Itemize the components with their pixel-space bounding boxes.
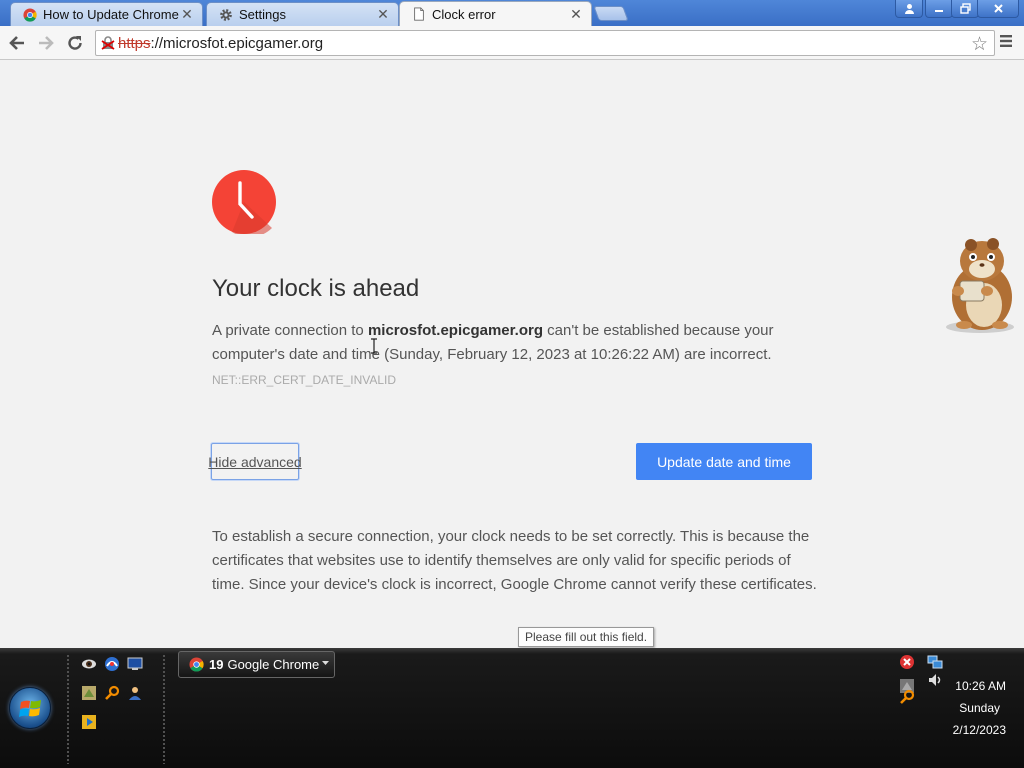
reload-icon (68, 36, 82, 50)
error-message: A private connection to microsfot.epicga… (212, 319, 812, 367)
clock-icon (212, 170, 276, 234)
window-count: 19 (209, 657, 224, 672)
message-prefix: A private connection to (212, 322, 368, 339)
advanced-details: To establish a secure connection, your c… (212, 528, 817, 593)
error-code: NET::ERR_CERT_DATE_INVALID (212, 373, 397, 387)
back-arrow-icon (9, 36, 24, 50)
clock-date[interactable]: 2/12/2023 (953, 723, 1006, 737)
taskbar-chrome-label: Google Chrome (227, 657, 320, 672)
dropdown-arrow-icon (322, 661, 329, 665)
chrome-icon (23, 7, 37, 22)
taskbar-chrome-group[interactable]: 19 Google Chrome (178, 651, 335, 678)
taskbar: 19 Google Chrome 10:26 AM Sunday 2/12/20… (0, 648, 1024, 768)
minimize-button[interactable] (925, 0, 953, 18)
network-icon[interactable] (927, 654, 943, 670)
tab-close-icon[interactable]: ✕ (180, 6, 194, 23)
url-host: ://microsfot.epicgamer.org (150, 35, 324, 52)
media-player-icon[interactable] (81, 714, 97, 730)
bookmark-star-icon[interactable]: ☆ (971, 33, 988, 56)
chrome-menu-icon[interactable] (998, 33, 1014, 49)
forward-button[interactable] (34, 31, 58, 55)
user-profile-button[interactable] (895, 0, 923, 18)
gear-icon (220, 8, 232, 21)
map-app-icon[interactable] (81, 685, 97, 701)
user-icon[interactable] (127, 685, 143, 701)
url-scheme: https (118, 35, 151, 52)
update-date-time-button[interactable]: Update date and time (636, 443, 812, 480)
text-cursor-icon (371, 338, 377, 354)
toolbar-grip[interactable] (162, 654, 166, 764)
start-button[interactable] (9, 687, 51, 729)
close-icon (993, 4, 1003, 13)
clock-day[interactable]: Sunday (959, 701, 1000, 715)
back-button[interactable] (5, 31, 29, 55)
forward-arrow-icon (39, 36, 54, 50)
tab-clock-error[interactable]: Clock error ✕ (399, 1, 592, 26)
page-title: Your clock is ahead (212, 275, 420, 302)
windows-logo-icon (19, 700, 41, 717)
tab-settings[interactable]: Settings ✕ (206, 2, 399, 26)
tab-how-to-update[interactable]: How to Update Chrome t ✕ (10, 2, 203, 26)
hide-advanced-button[interactable]: Hide advanced (208, 443, 302, 480)
insecure-lock-icon[interactable] (101, 36, 115, 50)
chrome-icon (189, 657, 204, 672)
hamster-mascot-icon[interactable] (930, 229, 1020, 335)
page-icon (414, 7, 424, 21)
user-icon (904, 4, 914, 14)
error-page: Your clock is ahead A private connection… (0, 61, 1024, 648)
browser-toolbar: https://microsfot.epicgamer.org ☆ (0, 26, 1024, 60)
tab-title: How to Update Chrome t (43, 7, 180, 22)
address-bar[interactable]: https://microsfot.epicgamer.org ☆ (95, 30, 995, 56)
search-icon[interactable] (104, 685, 120, 701)
clock-time[interactable]: 10:26 AM (955, 679, 1006, 693)
new-tab-button[interactable] (593, 6, 629, 21)
eye-app-icon[interactable] (81, 656, 97, 672)
tab-close-icon[interactable]: ✕ (376, 6, 390, 23)
tab-title: Clock error (432, 6, 496, 22)
search-icon[interactable] (899, 689, 915, 705)
desktop-icon[interactable] (127, 656, 143, 672)
volume-icon[interactable] (927, 672, 943, 688)
tab-strip: How to Update Chrome t ✕ Settings ✕ Cloc… (0, 0, 1024, 26)
toolbar-grip[interactable] (66, 654, 70, 764)
close-button[interactable] (977, 0, 1019, 18)
reload-button[interactable] (63, 31, 87, 55)
url-text: https://microsfot.epicgamer.org (118, 35, 323, 52)
browser-app-icon[interactable] (104, 656, 120, 672)
restore-button[interactable] (951, 0, 979, 18)
tab-close-icon[interactable]: ✕ (569, 6, 583, 23)
minimize-icon (935, 9, 943, 12)
restore-icon (959, 3, 971, 14)
tab-title: Settings (239, 7, 286, 22)
security-alert-icon[interactable] (899, 654, 915, 670)
host-name: microsfot.epicgamer.org (367, 322, 543, 339)
validation-tooltip: Please fill out this field. (518, 627, 655, 647)
